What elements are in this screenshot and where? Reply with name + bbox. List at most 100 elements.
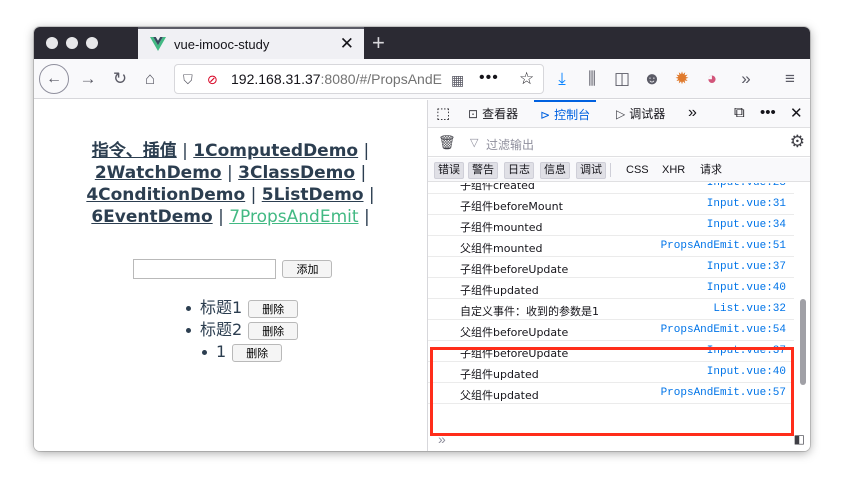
- link-list[interactable]: 5ListDemo: [262, 185, 364, 205]
- new-tab-button[interactable]: +: [372, 30, 385, 56]
- console-row: 子组件beforeUpdate Input.vue:37: [428, 257, 794, 278]
- browser-tab[interactable]: vue-imooc-study ✕: [138, 27, 364, 59]
- filter-icon: ▽: [470, 137, 479, 149]
- separator: |: [363, 141, 370, 161]
- account-icon[interactable]: ☻: [640, 67, 664, 91]
- console-row: 父组件mounted PropsAndEmit.vue:51: [428, 236, 794, 257]
- bullet: [186, 306, 191, 311]
- sidebar-icon[interactable]: ◫: [610, 67, 634, 91]
- tab-close-icon[interactable]: ✕: [340, 34, 354, 54]
- separator: |: [360, 163, 367, 183]
- add-button[interactable]: 添加: [282, 260, 333, 278]
- more-tabs-icon[interactable]: »: [688, 104, 697, 122]
- tab-bar: vue-imooc-study ✕ +: [34, 27, 810, 59]
- console-row: 父组件beforeUpdate PropsAndEmit.vue:54: [428, 320, 794, 341]
- source-link[interactable]: Input.vue:37: [707, 261, 786, 273]
- download-icon[interactable]: ⤓: [550, 67, 574, 91]
- tab-inspector[interactable]: ⊡ 查看器: [468, 100, 518, 128]
- title-input[interactable]: [133, 259, 276, 279]
- source-link[interactable]: PropsAndEmit.vue:54: [661, 324, 786, 336]
- extension-icon[interactable]: ✹: [670, 67, 694, 91]
- source-link[interactable]: Input.vue:28: [707, 183, 786, 189]
- gear-icon[interactable]: ⚙: [790, 132, 805, 152]
- filter-xhr[interactable]: XHR: [662, 163, 685, 178]
- link-condition[interactable]: 4ConditionDemo: [86, 185, 245, 205]
- console-message: 子组件created: [460, 183, 535, 192]
- console-scrollbar[interactable]: [798, 183, 808, 415]
- minimize-window-button[interactable]: [66, 37, 78, 49]
- bullet: [202, 350, 207, 355]
- source-link[interactable]: Input.vue:40: [707, 366, 786, 378]
- home-icon[interactable]: ⌂: [138, 67, 162, 91]
- split-console-icon[interactable]: ◧: [794, 432, 805, 446]
- console-message: 子组件beforeUpdate: [460, 263, 569, 276]
- extension-icon[interactable]: ◕: [700, 67, 724, 91]
- console-row: 子组件updated Input.vue:40: [428, 278, 794, 299]
- delete-button[interactable]: 删除: [248, 321, 299, 340]
- reload-icon[interactable]: ↻: [108, 67, 132, 91]
- level-log[interactable]: 日志: [504, 162, 534, 179]
- list-item: 标题2 删除: [186, 319, 299, 341]
- close-window-button[interactable]: [46, 37, 58, 49]
- link-event[interactable]: 6EventDemo: [91, 207, 212, 227]
- console-filter-bar: 🗑 ▽ 过滤输出 ⚙: [428, 129, 810, 157]
- level-info[interactable]: 信息: [540, 162, 570, 179]
- console-message: 子组件beforeMount: [460, 200, 563, 213]
- prompt-chevron-icon: »: [438, 431, 446, 447]
- tab-console[interactable]: ⊳ 控制台: [534, 100, 597, 128]
- level-error[interactable]: 错误: [434, 162, 464, 179]
- source-link[interactable]: Input.vue:40: [707, 282, 786, 294]
- source-link[interactable]: PropsAndEmit.vue:51: [661, 240, 786, 252]
- delete-button[interactable]: 删除: [232, 343, 283, 362]
- forward-icon[interactable]: →: [76, 67, 100, 91]
- url-bar[interactable]: ⛉ ⊘ 192.168.31.37:8080/#/PropsAndE ▦ •••…: [174, 64, 544, 94]
- bookmark-star-icon[interactable]: ☆: [519, 69, 534, 89]
- console-input[interactable]: » ◧: [428, 431, 810, 451]
- url-text[interactable]: 192.168.31.37:8080/#/PropsAndE: [231, 71, 457, 87]
- link-computed[interactable]: 1ComputedDemo: [193, 141, 358, 161]
- source-link[interactable]: Input.vue:37: [707, 345, 786, 357]
- close-devtools-icon[interactable]: ✕: [790, 104, 803, 122]
- filter-input[interactable]: 过滤输出: [486, 136, 534, 153]
- overflow-icon[interactable]: »: [734, 67, 758, 91]
- nav-bar: ← → ↻ ⌂ ⛉ ⊘ 192.168.31.37:8080/#/PropsAn…: [34, 59, 810, 99]
- pick-element-icon[interactable]: ⬚: [436, 100, 450, 128]
- filter-css[interactable]: CSS: [626, 163, 649, 178]
- shield-icon[interactable]: ⛉: [183, 72, 193, 88]
- link-props-and-emit[interactable]: 7PropsAndEmit: [229, 207, 358, 227]
- console-message: 自定义事件：收到的参数是1: [460, 305, 599, 318]
- scrollbar-thumb[interactable]: [800, 299, 806, 385]
- library-icon[interactable]: ⫼: [580, 67, 604, 91]
- tab-debugger[interactable]: ▷ 调试器: [616, 100, 665, 128]
- level-debug[interactable]: 调试: [576, 162, 606, 179]
- zoom-window-button[interactable]: [86, 37, 98, 49]
- link-watch[interactable]: 2WatchDemo: [95, 163, 222, 183]
- console-message: 父组件beforeUpdate: [460, 326, 569, 339]
- devtools-menu-icon[interactable]: •••: [760, 104, 776, 121]
- insecure-lock-icon[interactable]: ⊘: [207, 72, 218, 88]
- level-warn[interactable]: 警告: [468, 162, 498, 179]
- separator: |: [250, 185, 257, 205]
- filter-requests[interactable]: 请求: [700, 163, 722, 178]
- link-directive[interactable]: 指令、插值: [92, 141, 177, 161]
- devtools-toolbar: ⬚ ⊡ 查看器 ⊳ 控制台 ▷ 调试器 » ⧉ ••• ✕: [428, 100, 810, 128]
- dock-icon[interactable]: ⧉: [734, 104, 745, 121]
- tab-title: vue-imooc-study: [174, 37, 270, 52]
- source-link[interactable]: PropsAndEmit.vue:57: [661, 387, 786, 399]
- source-link[interactable]: Input.vue:34: [707, 219, 786, 231]
- menu-icon[interactable]: ≡: [778, 67, 802, 91]
- url-path: :8080/#/PropsAndE: [320, 71, 442, 87]
- source-link[interactable]: List.vue:32: [713, 303, 786, 315]
- more-icon[interactable]: •••: [479, 69, 499, 87]
- delete-button[interactable]: 删除: [248, 299, 299, 318]
- source-link[interactable]: Input.vue:31: [707, 198, 786, 210]
- browser-window: vue-imooc-study ✕ + ← → ↻ ⌂ ⛉ ⊘ 192.168.…: [34, 27, 810, 451]
- qr-code-icon[interactable]: ▦: [451, 72, 464, 89]
- back-icon[interactable]: ←: [39, 64, 69, 94]
- clear-console-icon[interactable]: 🗑: [438, 134, 456, 151]
- link-class[interactable]: 3ClassDemo: [238, 163, 355, 183]
- console-message: 子组件mounted: [460, 221, 543, 234]
- list-item: 标题1 删除: [186, 297, 299, 319]
- url-host: 192.168.31.37: [231, 71, 321, 87]
- separator: |: [218, 207, 224, 227]
